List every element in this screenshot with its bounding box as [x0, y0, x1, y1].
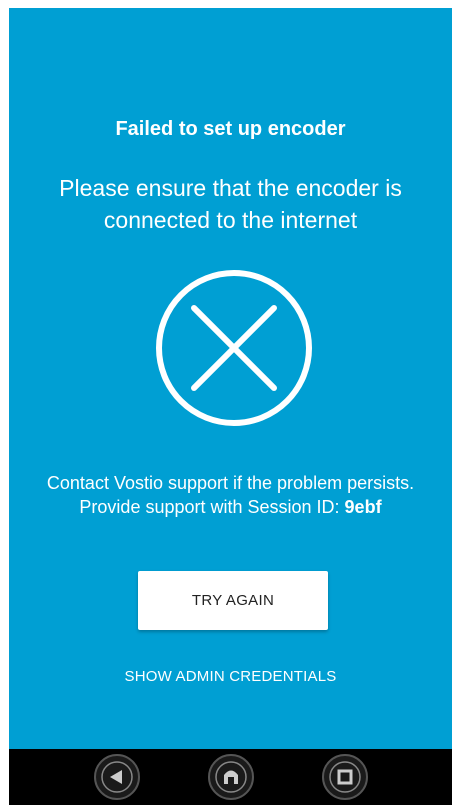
close-circle-icon	[156, 270, 312, 426]
support-message: Contact Vostio support if the problem pe…	[29, 471, 432, 519]
error-title: Failed to set up encoder	[115, 118, 346, 140]
try-again-button[interactable]: TRY AGAIN	[138, 571, 328, 630]
home-icon[interactable]	[205, 751, 257, 803]
error-screen: Failed to set up encoder Please ensure t…	[9, 8, 452, 749]
session-id: 9ebf	[344, 497, 382, 517]
back-icon[interactable]	[91, 751, 143, 803]
device-frame: Failed to set up encoder Please ensure t…	[0, 0, 452, 805]
android-nav-bar	[9, 749, 452, 805]
show-admin-credentials-link[interactable]: SHOW ADMIN CREDENTIALS	[9, 668, 452, 685]
error-subtitle: Please ensure that the encoder is connec…	[59, 175, 402, 233]
recents-icon[interactable]	[319, 751, 371, 803]
